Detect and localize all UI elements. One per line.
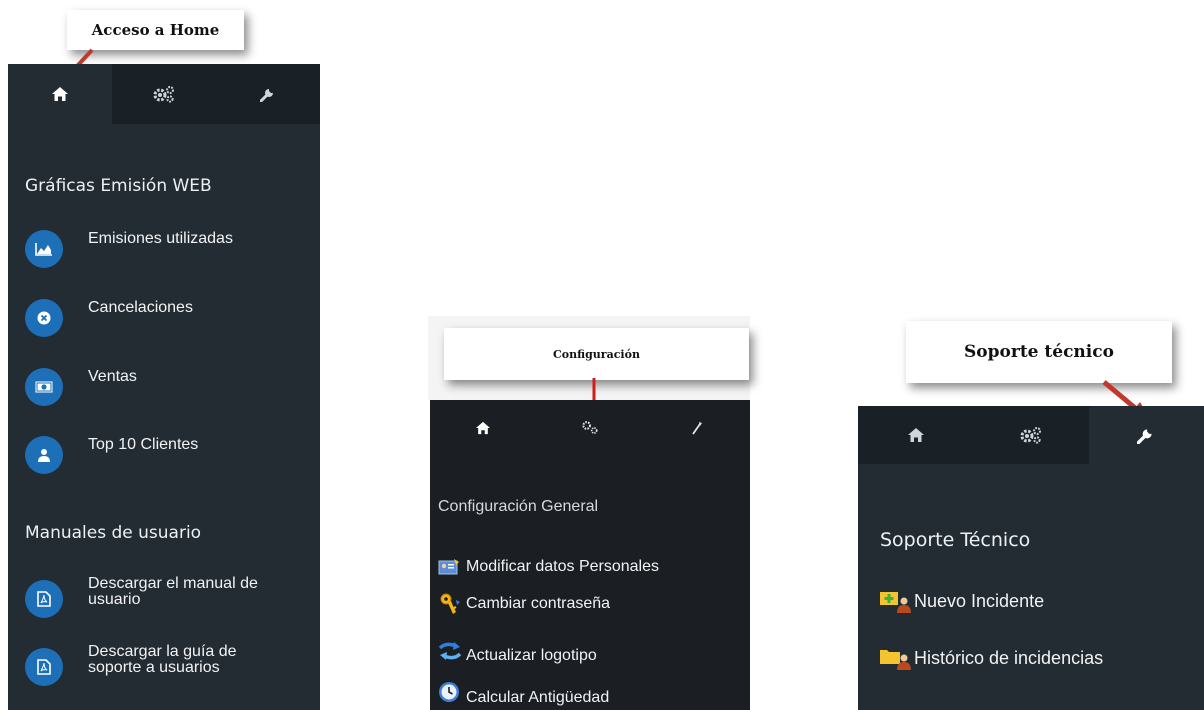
menu-item-cancelaciones[interactable]: Cancelaciones bbox=[25, 299, 193, 337]
new-incident-icon bbox=[880, 592, 911, 613]
wrench-icon bbox=[691, 422, 702, 435]
money-icon bbox=[35, 381, 53, 393]
gears-icon bbox=[153, 86, 174, 103]
callout-home-text: Acceso a Home bbox=[91, 21, 220, 39]
callout-soporte-text: Soporte técnico bbox=[964, 342, 1114, 362]
section-title-soporte: Soporte Técnico bbox=[880, 529, 1031, 551]
callout-soporte: Soporte técnico bbox=[906, 321, 1172, 383]
wrench-icon bbox=[260, 89, 273, 102]
menu-item-nuevo-incidente[interactable]: Nuevo Incidente bbox=[880, 589, 1044, 613]
menu-item-label-line2: soporte a usuarios bbox=[88, 659, 220, 676]
cancel-circle-icon bbox=[37, 311, 51, 325]
config-sidebar-panel: Configuración General Modificar datos Pe… bbox=[430, 400, 750, 710]
menu-item-label-line1: Descargar la guía de bbox=[88, 643, 237, 660]
menu-item-cambiar-contrasena[interactable]: Cambiar contraseña bbox=[438, 592, 610, 616]
menu-item-label: Cambiar contraseña bbox=[466, 595, 611, 612]
menu-item-label: Cancelaciones bbox=[88, 299, 193, 316]
tab-home[interactable] bbox=[8, 64, 112, 124]
menu-item-label: Histórico de incidencias bbox=[914, 648, 1104, 668]
menu-item-calcular-antiguedad[interactable]: Calcular Antigüedad bbox=[438, 678, 609, 706]
menu-item-label: Actualizar logotipo bbox=[466, 647, 597, 664]
menu-item-label: Ventas bbox=[88, 368, 137, 385]
section-title-manuales: Manuales de usuario bbox=[25, 523, 202, 543]
tab-home[interactable] bbox=[430, 400, 537, 456]
callout-home: Acceso a Home bbox=[67, 10, 244, 50]
tab-configuracion[interactable] bbox=[112, 64, 216, 124]
menu-item-top10[interactable]: Top 10 Clientes bbox=[25, 436, 198, 474]
tab-soporte[interactable] bbox=[216, 64, 320, 124]
gears-icon bbox=[582, 421, 598, 434]
tab-soporte[interactable] bbox=[1088, 406, 1204, 464]
wrench-icon bbox=[1137, 429, 1152, 444]
pdf-icon bbox=[37, 659, 51, 675]
menu-item-label: Top 10 Clientes bbox=[88, 436, 199, 453]
menu-item-descargar-guia[interactable]: Descargar la guía de soporte a usuarios bbox=[25, 644, 237, 686]
key-icon bbox=[440, 593, 460, 614]
menu-item-ventas[interactable]: Ventas bbox=[25, 368, 137, 406]
clock-icon bbox=[439, 682, 459, 702]
gears-icon bbox=[1020, 427, 1041, 444]
folder-user-icon bbox=[880, 650, 911, 670]
home-icon bbox=[476, 421, 491, 435]
menu-item-label: Nuevo Incidente bbox=[914, 591, 1045, 611]
menu-item-emisiones[interactable]: Emisiones utilizadas bbox=[25, 230, 233, 268]
area-chart-icon bbox=[35, 243, 52, 256]
tab-home[interactable] bbox=[858, 406, 974, 464]
home-sidebar-panel: Gráficas Emisión WEB Emisiones utilizada… bbox=[8, 64, 320, 710]
menu-item-label-line2: usuario bbox=[88, 591, 141, 608]
menu-item-label: Emisiones utilizadas bbox=[88, 230, 233, 247]
users-icon bbox=[38, 449, 50, 462]
pdf-icon bbox=[37, 591, 51, 607]
support-sidebar-panel: Soporte Técnico Nuevo Incidente Históric… bbox=[858, 406, 1204, 710]
callout-configuracion-text: Configuración bbox=[553, 347, 640, 361]
menu-item-label: Calcular Antigüedad bbox=[466, 689, 610, 706]
menu-item-label: Modificar datos Personales bbox=[466, 558, 659, 575]
section-title-configuracion-general: Configuración General bbox=[438, 498, 599, 515]
refresh-arrows-icon bbox=[438, 642, 462, 660]
tab-configuracion[interactable] bbox=[973, 406, 1089, 464]
callout-configuracion: Configuración bbox=[444, 328, 749, 380]
menu-item-actualizar-logotipo[interactable]: Actualizar logotipo bbox=[438, 638, 597, 664]
home-icon bbox=[907, 428, 924, 442]
menu-item-historico-incidencias[interactable]: Histórico de incidencias bbox=[880, 646, 1103, 670]
tab-configuracion[interactable] bbox=[537, 400, 644, 456]
home-icon bbox=[52, 87, 68, 101]
menu-item-modificar-datos[interactable]: Modificar datos Personales bbox=[438, 558, 659, 576]
menu-item-label-line1: Descargar el manual de bbox=[88, 575, 258, 592]
user-card-icon bbox=[438, 559, 459, 575]
section-title-graficas: Gráficas Emisión WEB bbox=[25, 176, 212, 196]
tab-soporte[interactable] bbox=[643, 400, 750, 456]
menu-item-descargar-manual[interactable]: Descargar el manual de usuario bbox=[25, 576, 258, 618]
